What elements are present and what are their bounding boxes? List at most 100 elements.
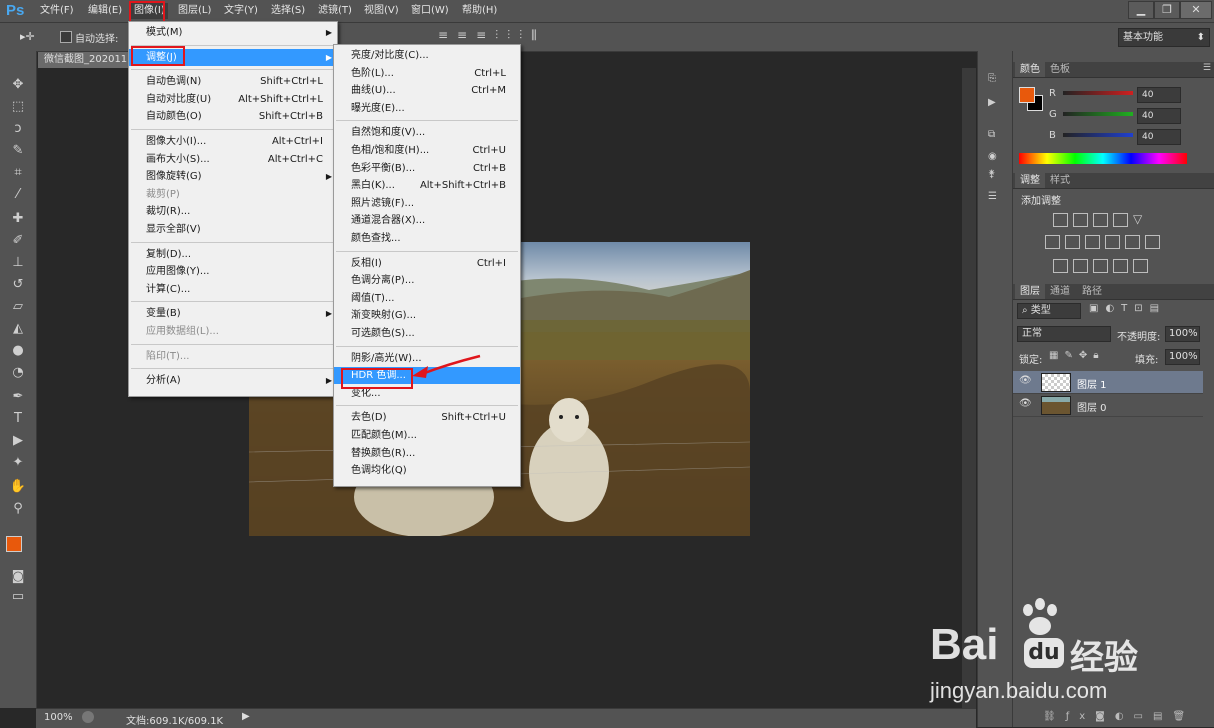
slider-track-r[interactable] (1063, 91, 1133, 95)
layer-footer-icons[interactable]: ⛓ƒx◙◐▭▤🗑︎ (1043, 711, 1195, 722)
align-distribute-icons[interactable]: ≡≡≡⫶⫶⫶⫼ (438, 28, 546, 43)
slider-track-g[interactable] (1063, 112, 1133, 116)
type-icon[interactable]: T (7, 409, 29, 429)
foreground-color-swatch[interactable] (6, 536, 22, 552)
layer-row[interactable]: 👁︎ 图层 0 (1013, 394, 1203, 417)
selective-color-icon[interactable] (1133, 259, 1148, 273)
image-menu-item[interactable]: 分析(A) ▶ (129, 372, 337, 389)
info-icon[interactable]: ⧉ (988, 129, 995, 140)
lasso-icon[interactable]: ↄ (7, 119, 29, 139)
quick-select-icon[interactable]: ✎ (7, 141, 29, 161)
tab-adjustments[interactable]: 调整 (1015, 173, 1045, 188)
color-slider-b[interactable]: B 40 (1013, 129, 1214, 147)
image-menu-item[interactable]: 复制(D)... (129, 246, 337, 263)
image-menu-item[interactable]: 裁切(R)... (129, 203, 337, 220)
image-menu-item[interactable]: 自动颜色(O) Shift+Ctrl+B (129, 108, 337, 125)
image-menu-item[interactable]: 自动色调(N) Shift+Ctrl+L (129, 73, 337, 90)
adjust-menu-item[interactable]: 反相(I) Ctrl+I (334, 255, 520, 272)
zoom-icon[interactable]: ⚲ (7, 499, 29, 519)
eraser-icon[interactable]: ▱ (7, 297, 29, 317)
menu-layer[interactable]: 图层(L) (178, 3, 211, 19)
properties-icon[interactable]: ◉ (988, 151, 997, 162)
status-menu-arrow-icon[interactable]: ▶ (242, 711, 250, 722)
adjust-menu-item[interactable]: 渐变映射(G)... (334, 307, 520, 324)
image-menu-item[interactable]: 计算(C)... (129, 281, 337, 298)
brush-icon[interactable]: ✐ (7, 231, 29, 251)
channel-value-g[interactable]: 40 (1137, 108, 1181, 124)
move-icon[interactable]: ✥ (7, 75, 29, 95)
layer-filter-select[interactable]: ⌕ 类型 (1017, 303, 1081, 319)
image-menu-item[interactable]: 应用图像(Y)... (129, 263, 337, 280)
stamp-icon[interactable]: ⊥ (7, 253, 29, 273)
adjust-menu-item[interactable]: 色阶(L)... Ctrl+L (334, 65, 520, 82)
screen-mode-icon[interactable]: ▭ (7, 587, 29, 607)
panel-menu-icon[interactable]: ☰ (1203, 63, 1211, 73)
fill-value[interactable]: 100% (1165, 349, 1200, 365)
image-menu-item[interactable]: 图像旋转(G) ▶ (129, 168, 337, 185)
restore-icon[interactable]: ❐ (1154, 1, 1180, 19)
tab-styles[interactable]: 样式 (1045, 173, 1075, 188)
invert-icon[interactable] (1053, 259, 1068, 273)
actions-play-icon[interactable]: ▶ (988, 97, 996, 108)
channel-value-b[interactable]: 40 (1137, 129, 1181, 145)
curves-icon[interactable] (1093, 213, 1108, 227)
menu-select[interactable]: 选择(S) (271, 3, 305, 19)
pen-icon[interactable]: ✒ (7, 387, 29, 407)
levels-icon[interactable] (1073, 213, 1088, 227)
image-menu-item[interactable]: 画布大小(S)... Alt+Ctrl+C (129, 151, 337, 168)
tool-preset-icon[interactable]: ☰ (988, 191, 997, 202)
brush-preset-icon[interactable]: ⚵ (988, 169, 995, 180)
color-spectrum-bar[interactable] (1019, 153, 1187, 164)
color-balance-icon[interactable] (1065, 235, 1080, 249)
status-info-icon[interactable] (82, 711, 94, 723)
shape-icon[interactable]: ✦ (7, 453, 29, 473)
color-foreground-swatch[interactable] (1019, 87, 1035, 103)
adjust-menu-item[interactable]: 色调均化(Q) (334, 462, 520, 479)
black-white-icon[interactable] (1085, 235, 1100, 249)
photo-filter-icon[interactable] (1105, 235, 1120, 249)
adjust-menu-item[interactable]: 曝光度(E)... (334, 100, 520, 117)
tab-channels[interactable]: 通道 (1045, 284, 1075, 299)
eye-icon[interactable]: 👁︎ (1019, 375, 1032, 386)
hand-icon[interactable]: ✋ (7, 477, 29, 497)
dodge-icon[interactable]: ◔ (7, 363, 29, 383)
color-lookup-icon[interactable] (1145, 235, 1160, 249)
image-menu-item[interactable]: 图像大小(I)... Alt+Ctrl+I (129, 133, 337, 150)
image-menu-item[interactable]: 自动对比度(U) Alt+Shift+Ctrl+L (129, 91, 337, 108)
tab-color[interactable]: 颜色 (1015, 62, 1045, 77)
healing-brush-icon[interactable]: ✚ (7, 209, 29, 229)
move-tool-icon[interactable]: ▸✛ (20, 30, 35, 43)
zoom-level[interactable]: 100% (44, 712, 73, 723)
adjust-menu-item[interactable]: 色调分离(P)... (334, 272, 520, 289)
vibrance-icon[interactable]: ▽ (1133, 213, 1146, 225)
lock-icons[interactable]: ▦✎✥🔒︎ (1049, 350, 1105, 361)
eyedropper-icon[interactable]: ⁄ (7, 185, 29, 205)
adjust-menu-item[interactable]: 亮度/对比度(C)... (334, 47, 520, 64)
slider-track-b[interactable] (1063, 133, 1133, 137)
brightness-icon[interactable] (1053, 213, 1068, 227)
workspace-select[interactable]: 基本功能 ⬍ (1118, 28, 1210, 47)
color-slider-r[interactable]: R 40 (1013, 87, 1214, 105)
adjust-menu-item[interactable]: 自然饱和度(V)... (334, 124, 520, 141)
auto-select-checkbox[interactable] (60, 31, 72, 43)
gradient-map-icon[interactable] (1113, 259, 1128, 273)
threshold-icon[interactable] (1093, 259, 1108, 273)
eye-icon[interactable]: 👁︎ (1019, 398, 1032, 409)
menu-file[interactable]: 文件(F) (40, 3, 74, 19)
layer-name[interactable]: 图层 1 (1077, 376, 1107, 391)
adjust-menu-item[interactable]: 可选颜色(S)... (334, 325, 520, 342)
history-brush-icon[interactable]: ↺ (7, 275, 29, 295)
hue-sat-icon[interactable] (1045, 235, 1060, 249)
tab-layers[interactable]: 图层 (1015, 284, 1045, 299)
channel-value-r[interactable]: 40 (1137, 87, 1181, 103)
adjust-menu-item[interactable]: 黑白(K)... Alt+Shift+Ctrl+B (334, 177, 520, 194)
layer-row[interactable]: 👁︎ 图层 1 (1013, 371, 1203, 394)
adjust-menu-item[interactable]: 曲线(U)... Ctrl+M (334, 82, 520, 99)
layer-name[interactable]: 图层 0 (1077, 399, 1107, 414)
image-menu-item[interactable]: 模式(M) ▶ (129, 24, 337, 41)
marquee-icon[interactable]: ⬚ (7, 97, 29, 117)
menu-filter[interactable]: 滤镜(T) (318, 3, 352, 19)
layer-filter-icons[interactable]: ▣◐T⊡▤ (1089, 303, 1166, 314)
adjust-menu-item[interactable]: 替换颜色(R)... (334, 445, 520, 462)
channel-mixer-icon[interactable] (1125, 235, 1140, 249)
